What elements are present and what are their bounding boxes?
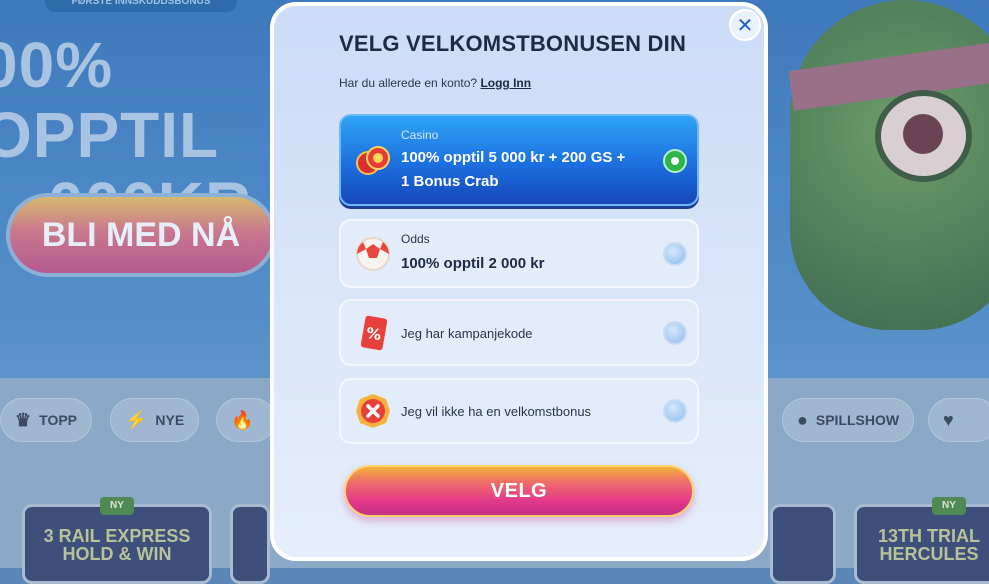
radio-selected[interactable] (663, 149, 687, 173)
option-line2: 1 Bonus Crab (401, 173, 499, 190)
option-text: Jeg vil ikke ha en velkomstbonus (401, 404, 592, 419)
option-line1: 100% opptil 2 000 kr (401, 255, 545, 272)
headband (788, 39, 989, 111)
choose-button[interactable]: VELG (344, 465, 694, 517)
bonus-option-promo-code[interactable]: % Jeg har kampanjekode (339, 299, 699, 366)
crown-icon: ♛ (15, 409, 32, 430)
game-tile[interactable]: 13TH TRIAL HERCULES (854, 504, 989, 584)
category-chip-favorites[interactable]: ♥ (928, 398, 989, 442)
heart-icon: ♥ (943, 409, 954, 430)
login-prompt: Har du allerede en konto? Logg Inn (339, 76, 531, 90)
option-category: Casino (401, 128, 439, 142)
category-chip-topp[interactable]: ♛ TOPP (0, 398, 93, 442)
category-chip-nye[interactable]: ⚡ NYE (110, 398, 200, 442)
modal-title: VELG VELKOMSTBONUSEN DIN (339, 31, 687, 56)
bonus-option-decline[interactable]: Jeg vil ikke ha en velkomstbonus (339, 378, 699, 444)
hero-headline-line1: 00% OPPTIL (0, 29, 220, 171)
promo-ticket-icon: % (353, 313, 393, 353)
login-link[interactable]: Logg Inn (480, 76, 531, 90)
game-tile[interactable] (230, 504, 270, 584)
new-badge: NY (932, 497, 966, 515)
category-chip-hot[interactable]: 🔥 (216, 398, 276, 442)
radio-unselected[interactable] (663, 321, 687, 345)
orange-icon: ● (797, 409, 808, 430)
close-icon: ✕ (736, 13, 754, 37)
watermelon-mascot (788, 0, 989, 330)
category-label: NYE (155, 412, 185, 428)
game-tile-title: 3 RAIL EXPRESS HOLD & WIN (43, 526, 191, 564)
casino-chips-icon (353, 141, 393, 181)
radio-unselected[interactable] (663, 242, 687, 266)
game-tile[interactable] (770, 504, 836, 584)
option-category: Odds (401, 232, 430, 246)
lightning-icon: ⚡ (125, 409, 148, 430)
radio-unselected[interactable] (663, 399, 687, 423)
svg-text:%: % (365, 324, 383, 344)
mascot-eye (875, 90, 972, 182)
close-button[interactable]: ✕ (729, 9, 761, 41)
category-chip-spillshow[interactable]: ● SPILLSHOW (782, 398, 915, 442)
promo-tag: FØRSTE INNSKUDDSBONUS (45, 0, 237, 12)
new-badge: NY (100, 497, 134, 515)
join-now-button[interactable]: BLI MED NÅ (6, 193, 276, 277)
bonus-option-odds[interactable]: Odds 100% opptil 2 000 kr (339, 219, 699, 288)
game-tile-title: 13TH TRIAL HERCULES (877, 526, 980, 564)
option-text: Jeg har kampanjekode (401, 326, 533, 341)
category-label: TOPP (39, 412, 78, 428)
category-label: SPILLSHOW (815, 412, 900, 428)
football-icon (353, 234, 393, 274)
login-prompt-text: Har du allerede en konto? (339, 76, 478, 90)
game-tile[interactable]: 3 RAIL EXPRESS HOLD & WIN (22, 504, 212, 584)
decline-icon (353, 391, 393, 431)
flame-icon: 🔥 (231, 409, 254, 430)
option-line1: 100% opptil 5 000 kr + 200 GS + (401, 149, 626, 166)
bonus-option-casino[interactable]: Casino 100% opptil 5 000 kr + 200 GS + 1… (339, 114, 699, 206)
